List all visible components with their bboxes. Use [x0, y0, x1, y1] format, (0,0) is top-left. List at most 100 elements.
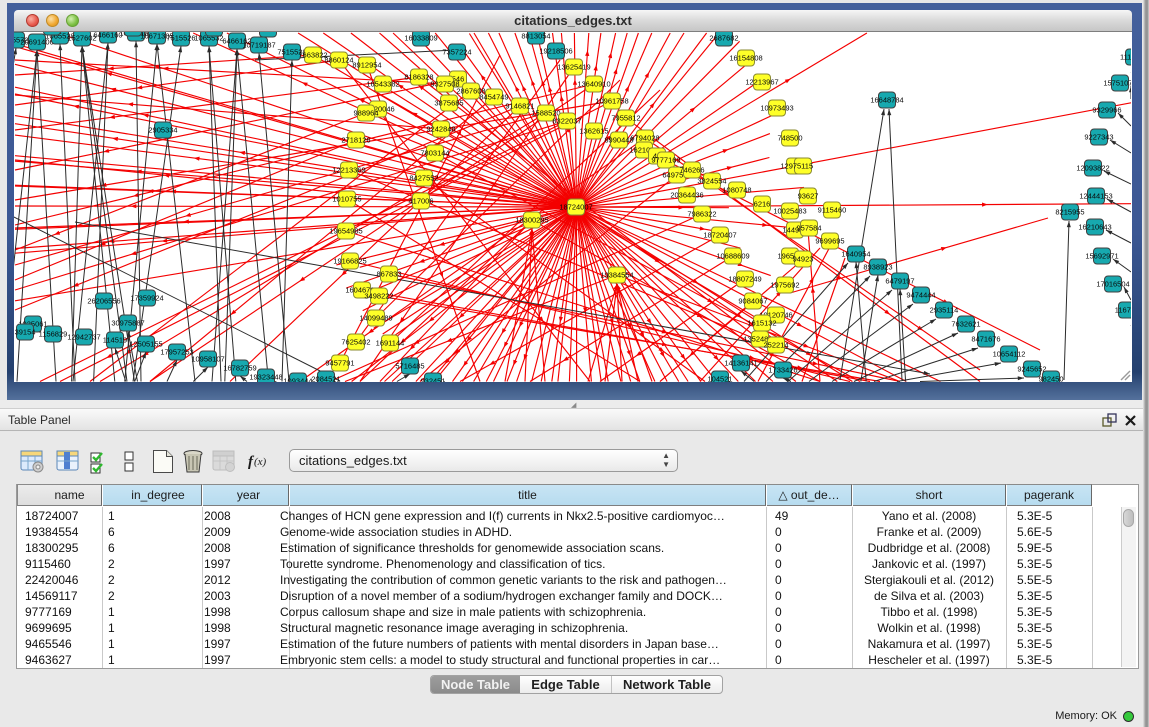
svg-text:10958107: 10958107 — [191, 355, 224, 364]
svg-text:1527602: 1527602 — [67, 34, 96, 43]
svg-text:9227343: 9227343 — [1084, 133, 1113, 142]
svg-text:2935114: 2935114 — [930, 306, 959, 315]
svg-text:19654985: 19654985 — [329, 227, 362, 236]
svg-text:8471676: 8471676 — [971, 335, 1000, 344]
svg-text:3875685: 3875685 — [434, 99, 463, 108]
svg-text:7955812: 7955812 — [611, 114, 640, 123]
svg-text:9699695: 9699695 — [815, 237, 844, 246]
svg-text:114519: 114519 — [103, 336, 127, 345]
svg-text:160339: 160339 — [201, 32, 226, 33]
svg-text:18300295: 18300295 — [515, 216, 548, 225]
svg-text:9327508: 9327508 — [430, 80, 459, 89]
svg-text:12213369: 12213369 — [332, 166, 365, 175]
svg-text:7663822: 7663822 — [298, 51, 327, 60]
svg-text:9457791: 9457791 — [325, 359, 354, 368]
svg-text:75115: 75115 — [793, 162, 813, 171]
svg-text:9146821: 9146821 — [505, 102, 534, 111]
svg-text:9245652: 9245652 — [1017, 365, 1046, 374]
svg-text:12942737: 12942737 — [67, 333, 100, 342]
svg-text:268769: 268769 — [255, 32, 280, 34]
svg-text:9084067: 9084067 — [738, 297, 767, 306]
svg-text:1733426: 1733426 — [768, 366, 797, 375]
svg-text:2687682: 2687682 — [709, 34, 738, 43]
svg-text:19166825: 19166825 — [333, 257, 366, 266]
svg-text:9777169: 9777169 — [651, 156, 680, 165]
svg-text:116753: 116753 — [1115, 306, 1131, 315]
svg-text:7803144: 7803144 — [420, 149, 449, 158]
svg-text:10025483: 10025483 — [773, 207, 806, 216]
svg-text:10719187: 10719187 — [242, 41, 275, 50]
svg-text:104521: 104521 — [707, 375, 732, 382]
svg-text:5716485: 5716485 — [395, 362, 424, 371]
svg-text:7515526: 7515526 — [166, 34, 195, 43]
svg-text:982450: 982450 — [1038, 375, 1063, 382]
svg-text:13640910: 13640910 — [577, 80, 610, 89]
svg-text:19323448: 19323448 — [249, 373, 282, 382]
svg-text:3498222: 3498222 — [364, 292, 393, 301]
svg-text:14099489: 14099489 — [359, 314, 392, 323]
svg-text:1010755: 1010755 — [332, 195, 361, 204]
svg-text:8427552: 8427552 — [409, 174, 438, 183]
svg-text:20364436: 20364436 — [670, 191, 703, 200]
svg-text:(x): (x) — [254, 456, 267, 468]
svg-text:16033809: 16033809 — [404, 34, 437, 43]
svg-text:19384554: 19384554 — [600, 271, 633, 280]
svg-text:18724007: 18724007 — [559, 203, 592, 212]
svg-text:7357224: 7357224 — [442, 48, 471, 57]
svg-text:94923: 94923 — [793, 255, 814, 264]
svg-text:2718126: 2718126 — [341, 136, 370, 145]
svg-text:7625402: 7625402 — [341, 338, 370, 347]
svg-text:8912954: 8912954 — [352, 61, 381, 70]
svg-text:2905334: 2905334 — [148, 126, 177, 135]
svg-text:9242848: 9242848 — [426, 125, 455, 134]
svg-text:16782759: 16782759 — [223, 364, 256, 373]
svg-text:10961758: 10961758 — [595, 97, 628, 106]
svg-text:746266: 746266 — [679, 166, 704, 175]
svg-text:26206556: 26206556 — [87, 297, 120, 306]
svg-text:17016504: 17016504 — [1096, 280, 1129, 289]
svg-text:12093822: 12093822 — [1076, 164, 1109, 173]
svg-text:16210643: 16210643 — [1078, 223, 1111, 232]
svg-text:8215955: 8215955 — [1055, 208, 1084, 217]
svg-text:16648784: 16648784 — [870, 96, 903, 105]
svg-text:748500: 748500 — [777, 134, 802, 143]
svg-text:8454749: 8454749 — [479, 93, 508, 102]
svg-text:18720407: 18720407 — [703, 231, 736, 240]
svg-text:1080748: 1080748 — [722, 186, 751, 195]
svg-text:1093444: 1093444 — [283, 377, 312, 382]
svg-text:93627: 93627 — [798, 192, 819, 201]
svg-text:9329966: 9329966 — [1092, 106, 1121, 115]
svg-text:16543382: 16543382 — [366, 80, 399, 89]
svg-text:8813054: 8813054 — [521, 32, 550, 41]
svg-text:15692971: 15692971 — [1085, 252, 1118, 261]
svg-text:2084521: 2084521 — [311, 375, 340, 382]
svg-text:8860124: 8860124 — [324, 56, 353, 65]
svg-text:867833: 867833 — [376, 270, 401, 279]
svg-text:19218506: 19218506 — [539, 47, 572, 56]
svg-text:252214: 252214 — [763, 341, 788, 350]
svg-text:6216: 6216 — [754, 200, 771, 209]
svg-text:1691144: 1691144 — [376, 339, 405, 348]
svg-text:12213967: 12213967 — [745, 78, 778, 87]
svg-text:8322037: 8322037 — [552, 117, 581, 126]
svg-text:17359924: 17359924 — [130, 294, 163, 303]
svg-text:8186328: 8186328 — [404, 73, 433, 82]
svg-text:14136141: 14136141 — [724, 359, 757, 368]
svg-text:7632621: 7632621 — [951, 320, 980, 329]
svg-text:10688609: 10688609 — [716, 252, 749, 261]
svg-text:1112853: 1112853 — [1120, 53, 1131, 62]
svg-text:417006: 417006 — [408, 197, 433, 206]
svg-text:10654112: 10654112 — [993, 350, 1026, 359]
svg-text:6466160: 6466160 — [93, 32, 122, 40]
svg-text:30975887: 30975887 — [111, 319, 144, 328]
svg-text:8938923: 8938923 — [863, 263, 892, 272]
svg-text:17957253: 17957253 — [160, 348, 193, 357]
svg-text:3824554: 3824554 — [697, 177, 726, 186]
svg-text:1975692: 1975692 — [770, 281, 799, 290]
svg-text:1362615: 1362615 — [579, 127, 608, 136]
svg-text:6794028: 6794028 — [630, 134, 659, 143]
svg-text:7986322: 7986322 — [687, 210, 716, 219]
svg-text:12505155: 12505155 — [129, 340, 162, 349]
svg-text:18807249: 18807249 — [728, 275, 761, 284]
svg-text:268768: 268768 — [120, 32, 145, 33]
